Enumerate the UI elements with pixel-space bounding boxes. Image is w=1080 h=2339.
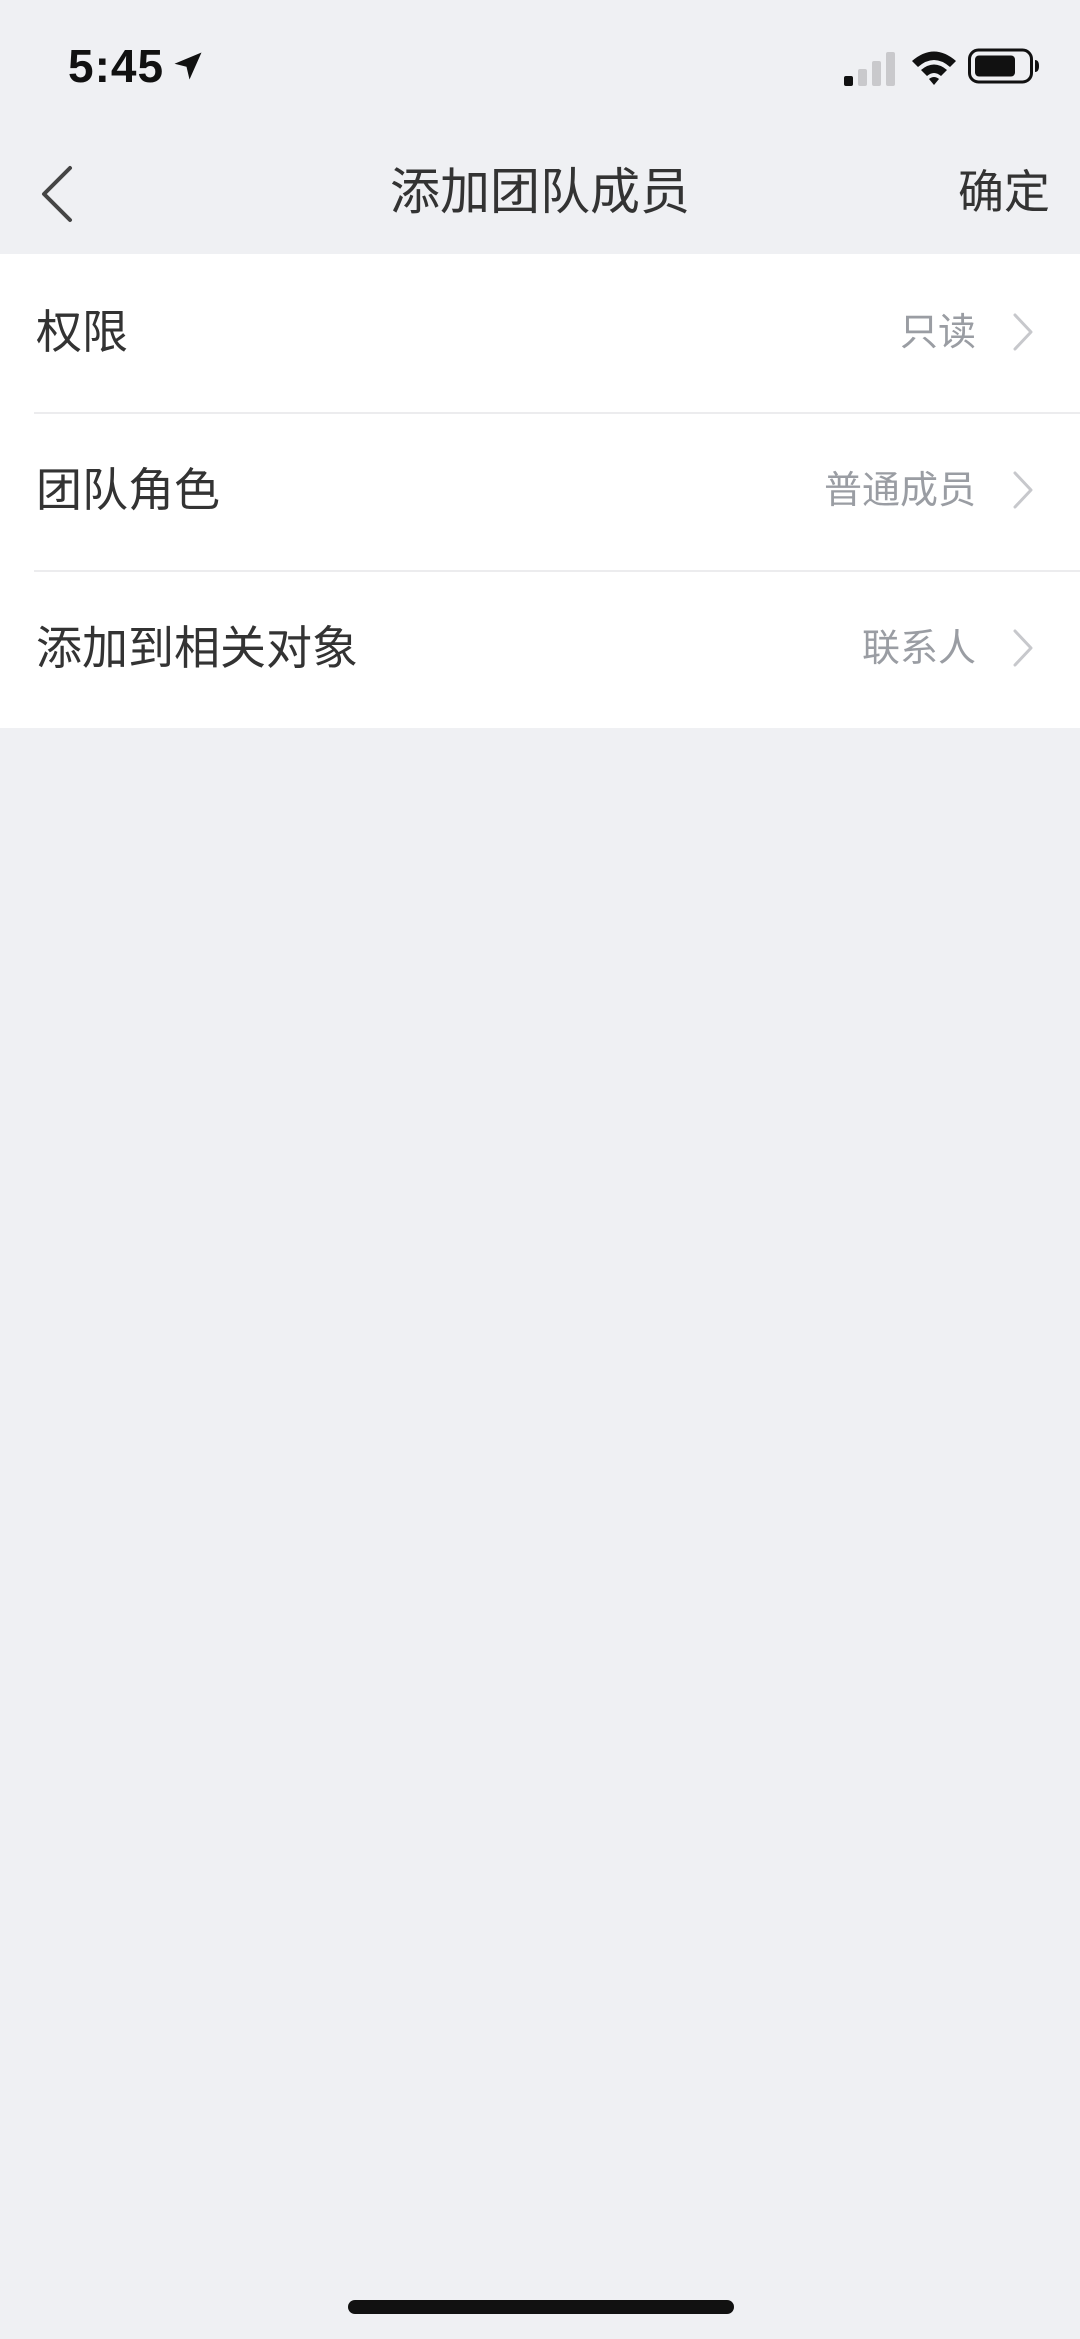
battery-icon <box>968 48 1039 84</box>
settings-row-related-object[interactable]: 添加到相关对象 联系人 <box>0 570 1080 728</box>
status-time: 5:45 <box>68 40 165 92</box>
chevron-right-icon <box>1013 471 1033 509</box>
cellular-signal-icon <box>844 52 895 86</box>
wifi-icon <box>912 51 956 85</box>
settings-list: 权限 只读 团队角色 普通成员 添加到相关对象 联系人 <box>0 254 1080 728</box>
location-arrow-icon <box>174 52 202 80</box>
confirm-button[interactable]: 确定 <box>958 160 1050 224</box>
settings-row-permission[interactable]: 权限 只读 <box>0 254 1080 412</box>
chevron-right-icon <box>1013 313 1033 351</box>
status-bar: 5:45 <box>0 0 1080 130</box>
chevron-right-icon <box>1013 629 1033 667</box>
page-title: 添加团队成员 <box>390 163 690 221</box>
settings-row-value: 只读 <box>899 310 976 354</box>
back-button[interactable] <box>20 150 100 234</box>
nav-bar: 添加团队成员 确定 <box>0 130 1080 254</box>
settings-row-label: 权限 <box>36 305 128 359</box>
home-indicator[interactable] <box>348 2300 734 2314</box>
settings-row-team-role[interactable]: 团队角色 普通成员 <box>0 412 1080 570</box>
chevron-left-icon <box>42 166 72 222</box>
settings-row-label: 添加到相关对象 <box>36 621 358 675</box>
settings-row-label: 团队角色 <box>36 463 220 517</box>
settings-row-value: 普通成员 <box>823 468 976 512</box>
settings-row-value: 联系人 <box>861 626 976 670</box>
